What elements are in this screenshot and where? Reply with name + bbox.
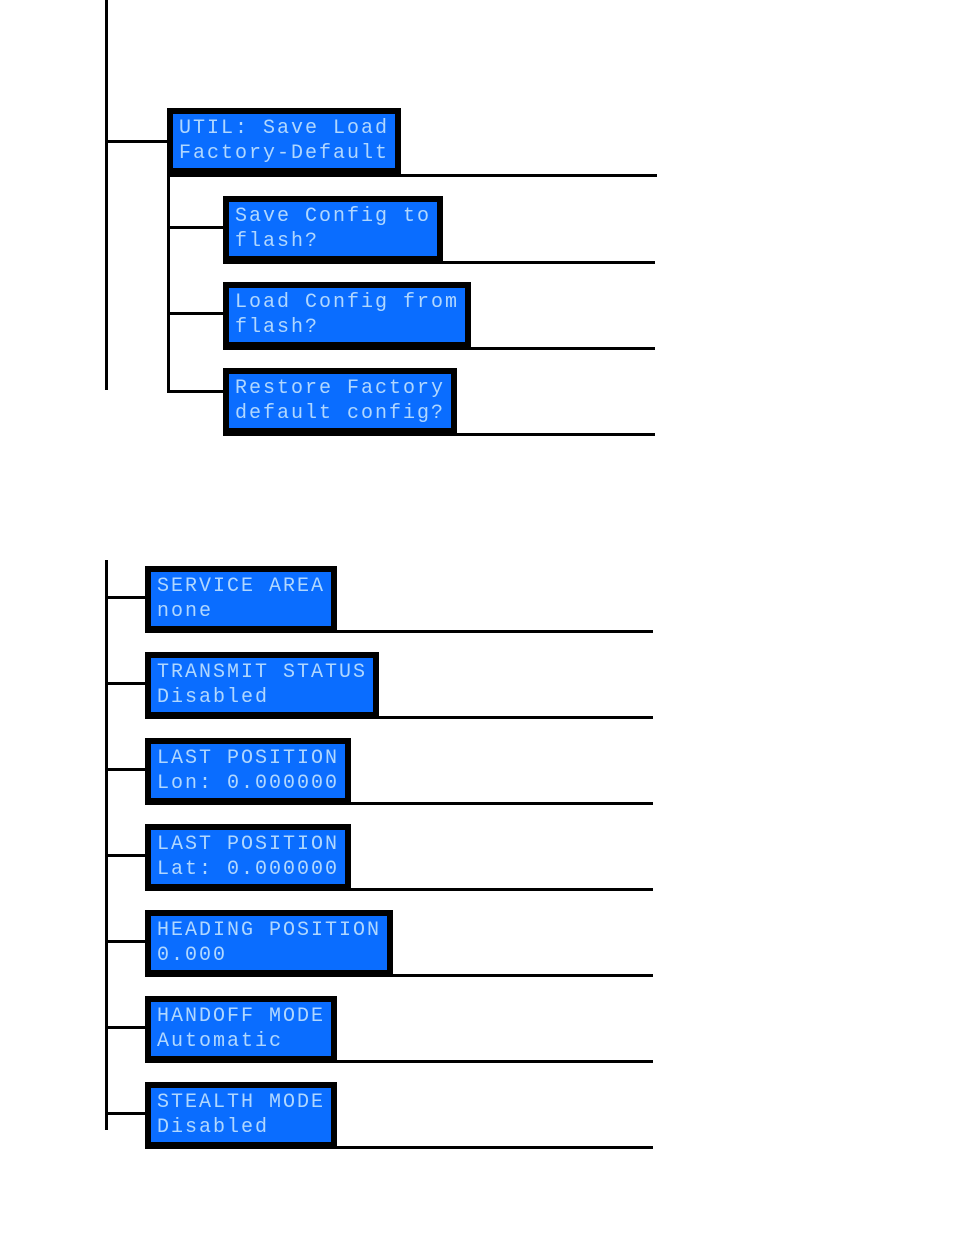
lcd-display: Restore Factory default config?: [223, 368, 457, 434]
save-config-node[interactable]: Save Config to flash?: [223, 196, 443, 262]
connector: [105, 140, 167, 143]
underline: [145, 802, 653, 805]
last-position-lon-node[interactable]: LAST POSITION Lon: 0.000000: [145, 738, 351, 804]
lcd-display: SERVICE AREA none: [145, 566, 337, 632]
lcd-display: TRANSMIT STATUS Disabled: [145, 652, 379, 718]
underline: [145, 1146, 653, 1149]
connector: [105, 596, 145, 599]
last-position-lat-node[interactable]: LAST POSITION Lat: 0.000000: [145, 824, 351, 890]
underline: [223, 347, 655, 350]
underline: [145, 630, 653, 633]
connector: [105, 768, 145, 771]
connector: [105, 1112, 145, 1115]
connector: [167, 312, 223, 315]
stealth-mode-node[interactable]: STEALTH MODE Disabled: [145, 1082, 337, 1148]
underline: [145, 716, 653, 719]
lcd-display: LAST POSITION Lat: 0.000000: [145, 824, 351, 890]
underline: [145, 974, 653, 977]
connector: [105, 854, 145, 857]
tree-trunk: [105, 560, 108, 1130]
lcd-display: HANDOFF MODE Automatic: [145, 996, 337, 1062]
connector: [105, 682, 145, 685]
connector: [105, 1026, 145, 1029]
restore-factory-node[interactable]: Restore Factory default config?: [223, 368, 457, 434]
lcd-display: LAST POSITION Lon: 0.000000: [145, 738, 351, 804]
lcd-display: Save Config to flash?: [223, 196, 443, 262]
connector: [167, 390, 223, 393]
transmit-status-node[interactable]: TRANSMIT STATUS Disabled: [145, 652, 379, 718]
lcd-display: UTIL: Save Load Factory-Default: [167, 108, 401, 174]
lcd-display: Load Config from flash?: [223, 282, 471, 348]
underline: [145, 888, 653, 891]
underline: [223, 433, 655, 436]
handoff-mode-node[interactable]: HANDOFF MODE Automatic: [145, 996, 337, 1062]
connector: [167, 226, 223, 229]
underline: [145, 1060, 653, 1063]
service-area-node[interactable]: SERVICE AREA none: [145, 566, 337, 632]
heading-position-node[interactable]: HEADING POSITION 0.000: [145, 910, 393, 976]
sub-trunk: [167, 140, 170, 390]
lcd-display: HEADING POSITION 0.000: [145, 910, 393, 976]
connector: [105, 940, 145, 943]
load-config-node[interactable]: Load Config from flash?: [223, 282, 471, 348]
underline: [167, 174, 657, 177]
tree-trunk: [105, 0, 108, 390]
lcd-display: STEALTH MODE Disabled: [145, 1082, 337, 1148]
underline: [223, 261, 655, 264]
util-root-node[interactable]: UTIL: Save Load Factory-Default: [167, 108, 401, 174]
